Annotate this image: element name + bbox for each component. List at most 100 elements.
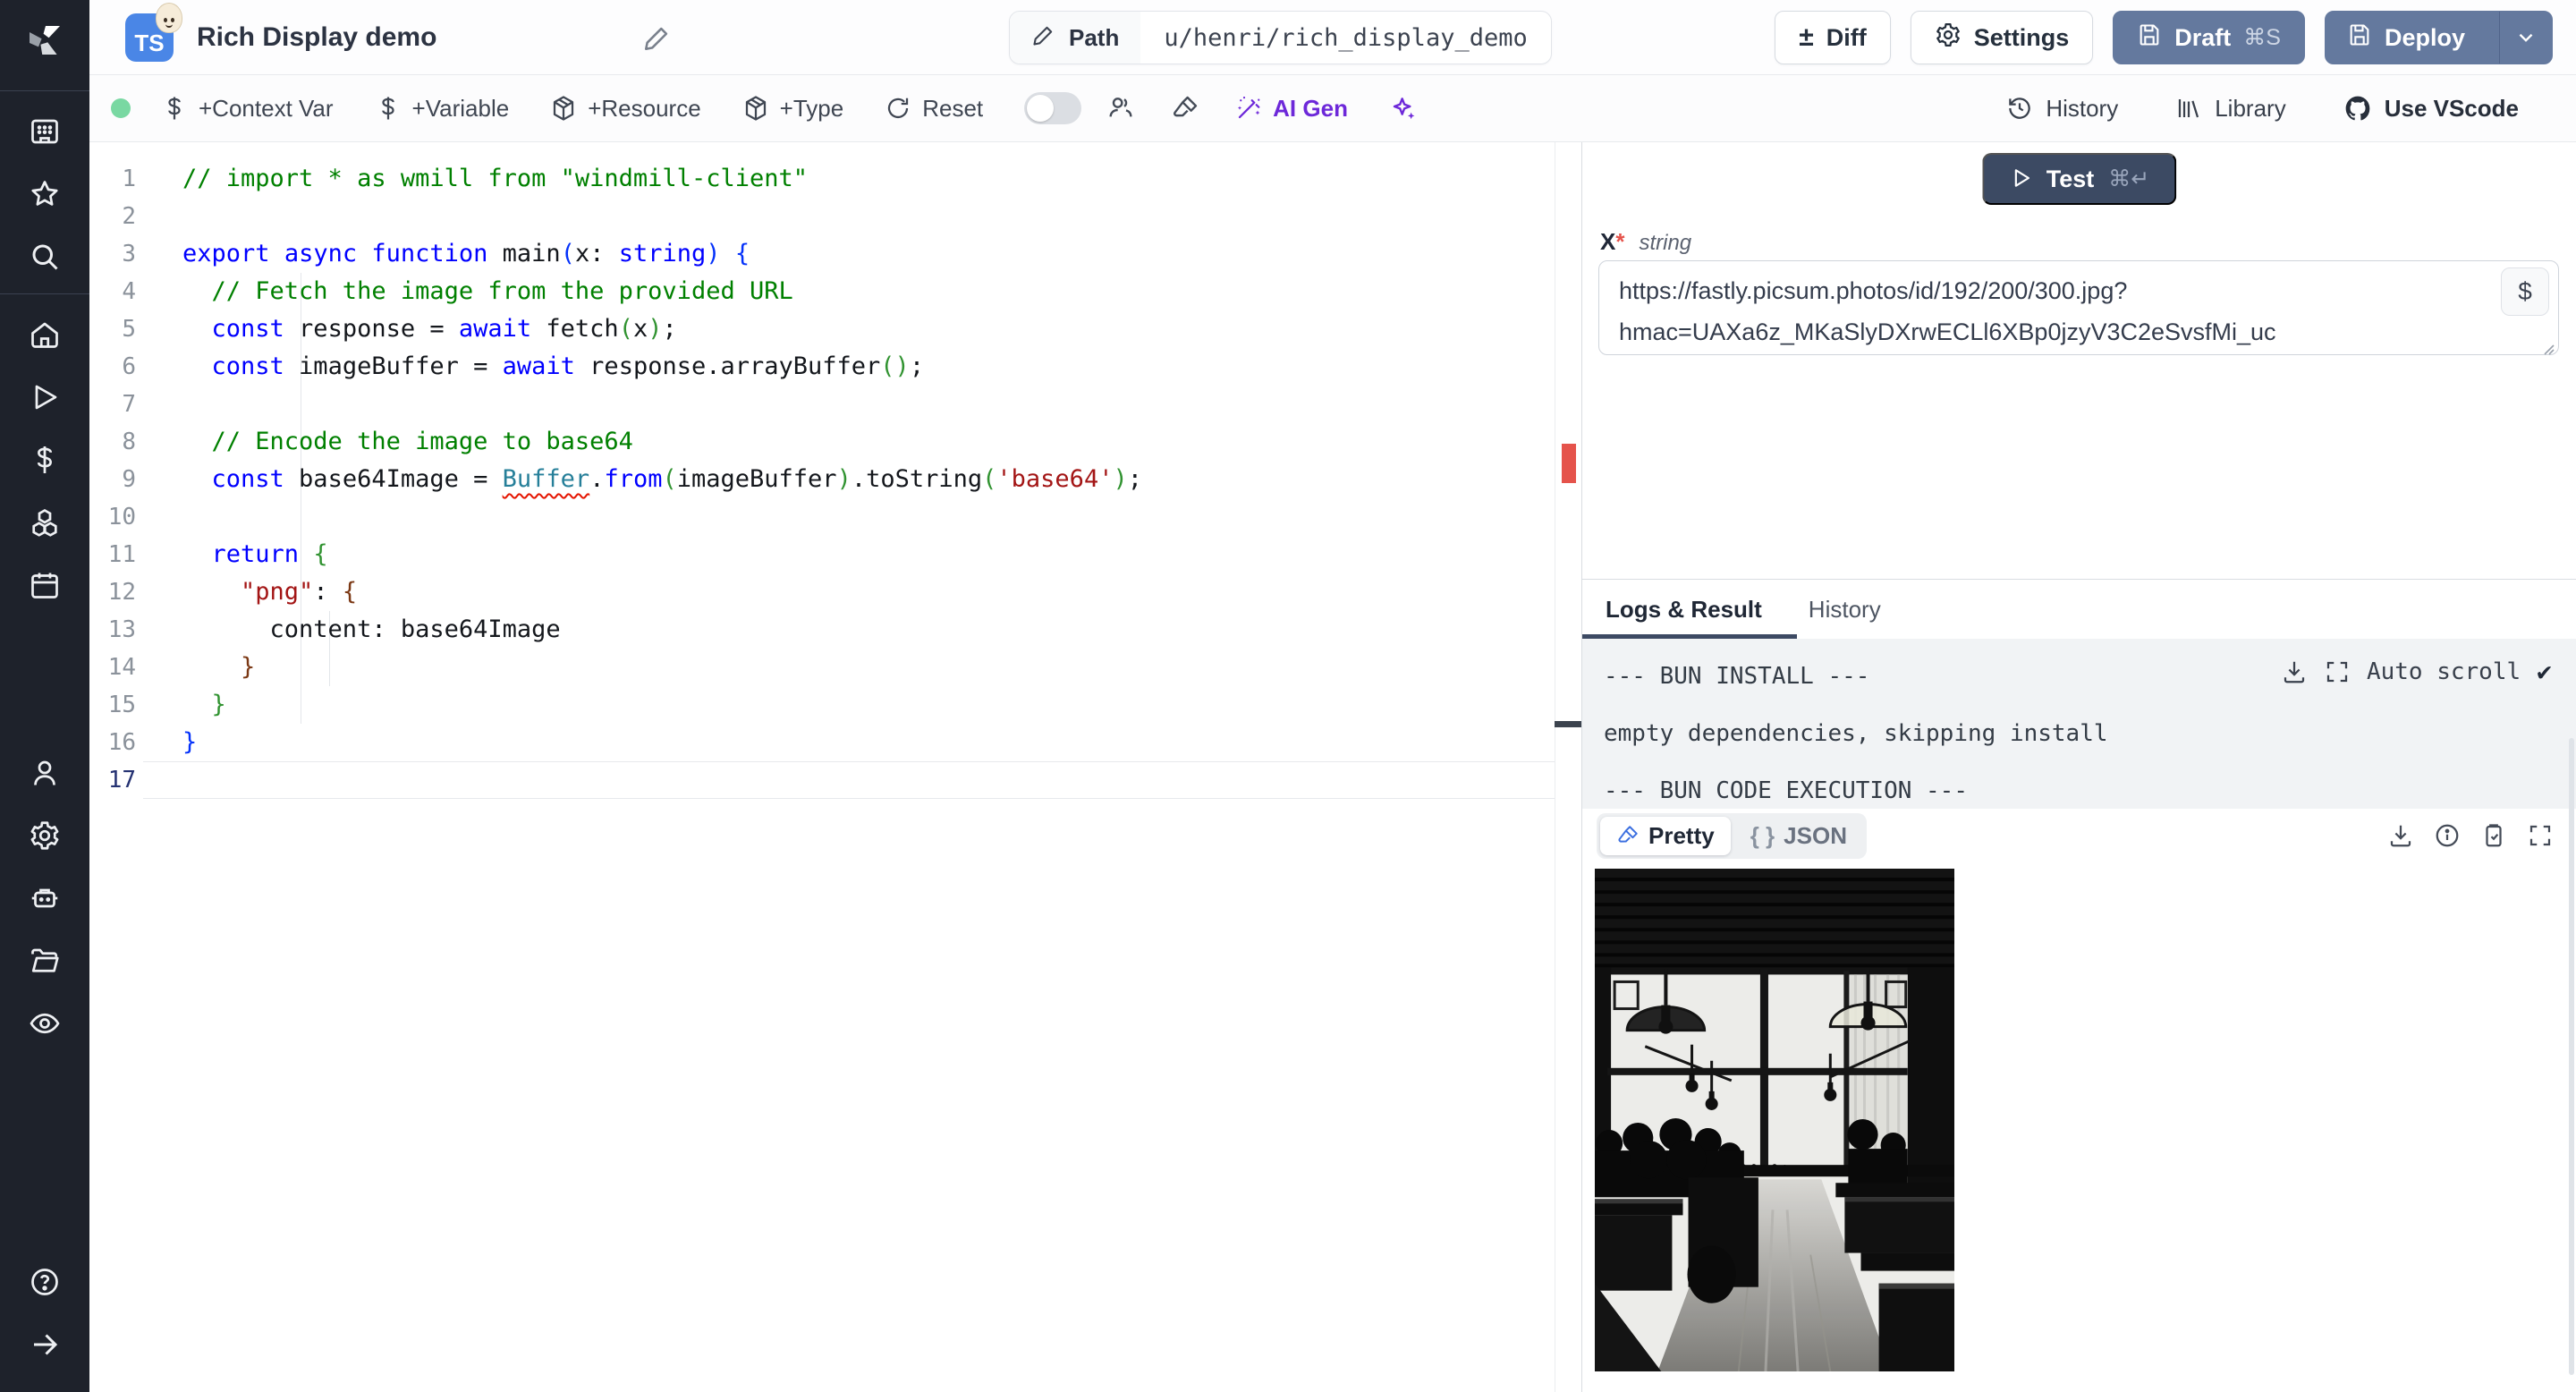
ai-gen-button[interactable]: AI Gen [1235, 95, 1348, 123]
sidebar-item-help[interactable] [0, 1251, 89, 1313]
library-button[interactable]: Library [2175, 95, 2286, 123]
sparkles-icon[interactable] [1389, 94, 1418, 123]
code-line[interactable]: "png": { [182, 573, 1528, 611]
line-number: 7 [122, 391, 136, 418]
add-type-button[interactable]: +Type [742, 94, 844, 123]
deploy-button[interactable]: Deploy [2324, 11, 2553, 64]
sidebar-item-workers[interactable] [0, 867, 89, 929]
code-line[interactable]: export async function main(x: string) { [182, 235, 1528, 273]
code-line[interactable]: const response = await fetch(x); [182, 310, 1528, 348]
result-view-pretty[interactable]: Pretty [1600, 816, 1731, 855]
copy-clipboard-icon[interactable] [2480, 822, 2507, 849]
sidebar-item-users[interactable] [0, 742, 89, 804]
top-actions: ± Diff Settings Draft ⌘S Deploy [1775, 11, 2553, 64]
code-line[interactable]: return { [182, 536, 1528, 573]
sidebar-item-schedules[interactable] [0, 554, 89, 616]
sidebar-expand-arrow-icon[interactable] [0, 1313, 89, 1376]
sidebar-item-search[interactable] [0, 225, 89, 288]
code-line[interactable] [182, 198, 1528, 235]
gear-icon [1935, 21, 1962, 55]
sidebar-item-runs[interactable] [0, 366, 89, 429]
multiplayer-toggle[interactable] [1024, 92, 1082, 124]
arg-variable-picker-button[interactable]: $ [2501, 267, 2549, 316]
reset-button[interactable]: Reset [885, 95, 983, 123]
tab-history[interactable]: History [1785, 580, 1904, 639]
download-result-icon[interactable] [2387, 822, 2414, 849]
diff-button[interactable]: ± Diff [1775, 11, 1891, 64]
add-context-var-label: +Context Var [199, 94, 334, 122]
sidebar-item-variables[interactable] [0, 429, 89, 491]
code-line[interactable]: // Fetch the image from the provided URL [182, 273, 1528, 310]
deploy-dropdown-chevron[interactable] [2499, 12, 2552, 64]
auto-scroll-checkmark[interactable]: ✔ [2537, 657, 2552, 686]
test-button[interactable]: Test ⌘↵ [1981, 153, 2177, 205]
preview-panel: Test ⌘↵ X* string https://fastly.picsum.… [1581, 142, 2576, 1392]
sidebar-item-home[interactable] [0, 303, 89, 366]
code-line[interactable]: const imageBuffer = await response.array… [182, 348, 1528, 386]
package-icon [554, 96, 574, 121]
play-icon [2009, 166, 2032, 192]
path-value: u/henri/rich_display_demo [1164, 23, 1528, 52]
add-variable-button[interactable]: +Variable [375, 95, 509, 123]
sidebar-item-audit-logs[interactable] [0, 992, 89, 1055]
history-button[interactable]: History [2006, 95, 2118, 123]
line-number: 11 [107, 541, 136, 568]
windmill-logo-icon[interactable] [23, 20, 66, 67]
draft-button[interactable]: Draft ⌘S [2113, 11, 2305, 64]
left-sidebar [0, 0, 89, 1392]
cafe-photo [1595, 869, 1954, 1371]
textarea-resize-handle[interactable] [2540, 341, 2555, 355]
dollar-icon [168, 97, 181, 120]
code-line[interactable]: } [182, 649, 1528, 686]
users-icon[interactable] [1106, 94, 1135, 123]
code-line[interactable] [182, 761, 1528, 799]
arg-input[interactable]: https://fastly.picsum.photos/id/192/200/… [1598, 260, 2559, 355]
add-context-var-button[interactable]: +Context Var [161, 95, 334, 123]
add-type-label: +Type [779, 94, 844, 122]
pencil-icon [1031, 22, 1056, 54]
page-title: Rich Display demo [197, 21, 437, 52]
code-line[interactable] [182, 386, 1528, 423]
code-line[interactable]: const base64Image = Buffer.from(imageBuf… [182, 461, 1528, 498]
line-number: 10 [107, 504, 136, 530]
panel-scrollbar[interactable] [2569, 738, 2574, 1375]
code-line[interactable]: } [182, 686, 1528, 724]
line-number: 2 [122, 203, 136, 230]
line-number: 6 [122, 353, 136, 380]
test-label: Test [2046, 165, 2095, 192]
use-vscode-button[interactable]: Use VScode [2343, 94, 2519, 123]
code-editor[interactable]: 1 2 3 4 5 6 7 8 9 10 11 12 13 14 15 16 17 // import * as… [89, 142, 1581, 1392]
sidebar-item-apps[interactable] [0, 100, 89, 163]
reset-label: Reset [922, 94, 984, 122]
sidebar-item-settings[interactable] [0, 804, 89, 867]
add-resource-button[interactable]: +Resource [550, 95, 701, 123]
path-label: Path [1069, 23, 1120, 51]
code-line[interactable]: // import * as wmill from "windmill-clie… [182, 160, 1528, 198]
code-line[interactable]: content: base64Image [182, 611, 1528, 649]
expand-logs-icon[interactable] [2324, 658, 2351, 685]
expand-result-icon[interactable] [2527, 822, 2554, 849]
code-line[interactable] [182, 498, 1528, 536]
pretty-label: Pretty [1648, 821, 1715, 849]
sidebar-item-favorites[interactable] [0, 163, 89, 225]
format-brush-icon[interactable] [1171, 94, 1199, 123]
deploy-label: Deploy [2384, 23, 2465, 51]
settings-button[interactable]: Settings [1910, 11, 2094, 64]
info-icon[interactable] [2434, 822, 2461, 849]
path-widget[interactable]: Path u/henri/rich_display_demo [1009, 11, 1552, 64]
code-lines[interactable]: // import * as wmill from "windmill-clie… [182, 160, 1528, 799]
sidebar-item-folders[interactable] [0, 929, 89, 992]
result-view-json[interactable]: { } JSON [1734, 817, 1863, 855]
auto-scroll-label[interactable]: Auto scroll [2367, 658, 2521, 685]
download-logs-icon[interactable] [2281, 658, 2308, 685]
language-status-dot [111, 98, 131, 118]
sidebar-item-resources[interactable] [0, 491, 89, 554]
code-line[interactable]: // Encode the image to base64 [182, 423, 1528, 461]
result-view-toolbar: Pretty { } JSON [1582, 808, 2576, 863]
code-line[interactable]: } [182, 724, 1528, 761]
line-number: 5 [122, 316, 136, 343]
arg-name: X [1600, 228, 1616, 255]
tab-logs-result[interactable]: Logs & Result [1582, 580, 1785, 639]
edit-summary-pencil-icon[interactable] [642, 22, 673, 53]
json-label: JSON [1784, 821, 1847, 849]
